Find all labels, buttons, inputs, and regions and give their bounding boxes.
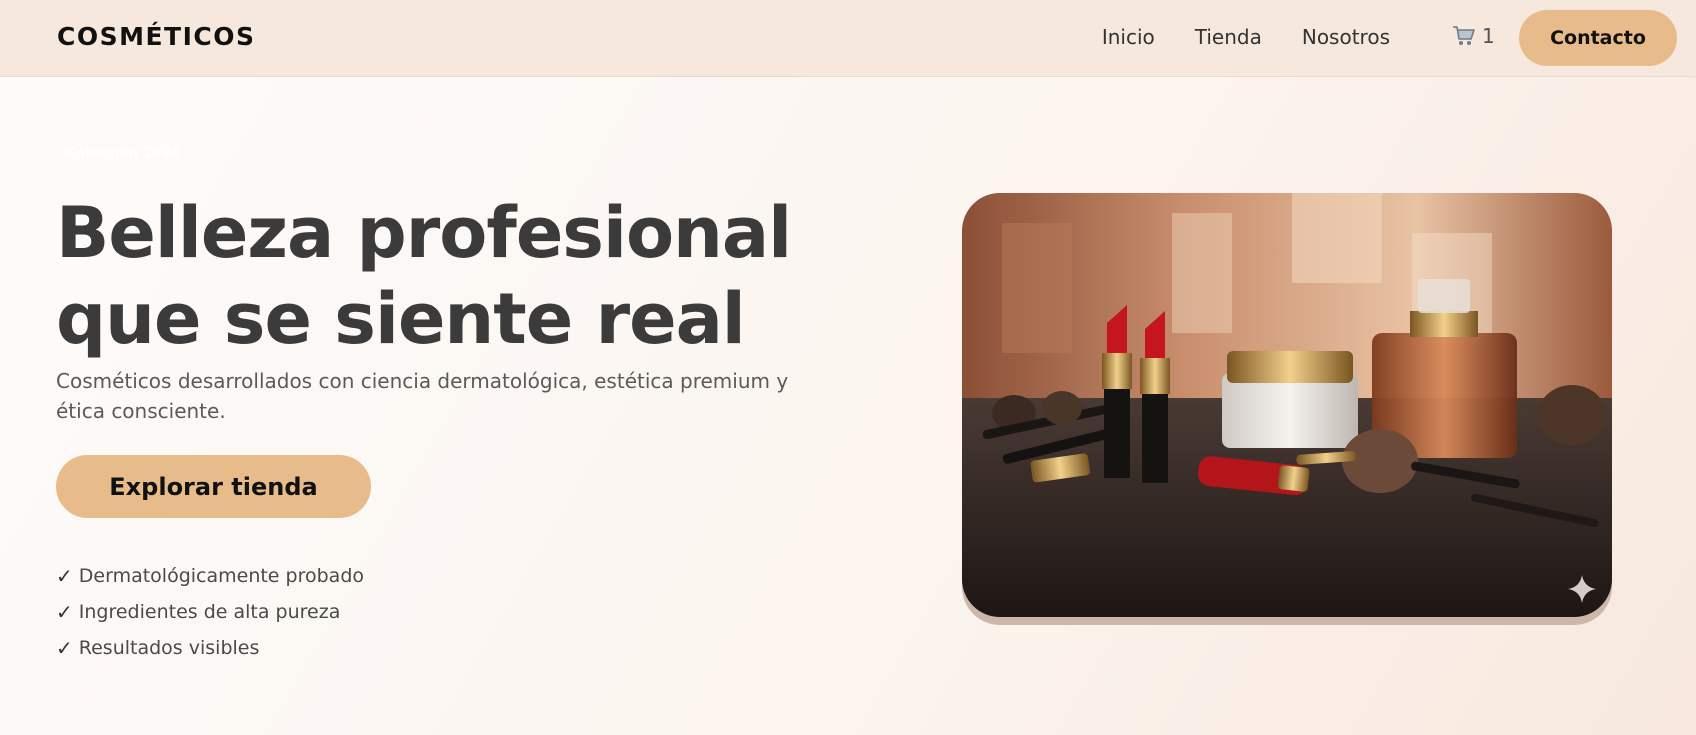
feature-item: ✓ Dermatológicamente probado [56, 558, 364, 594]
cart-count: 1 [1482, 24, 1495, 48]
feature-label: Resultados visibles [78, 637, 260, 659]
hero-eyebrow: Colección 2026 [66, 146, 181, 161]
check-icon: ✓ [56, 564, 73, 588]
hero-cosmetics-image [962, 193, 1612, 617]
brand-logo[interactable]: COSMÉTICOS [57, 22, 256, 51]
nav-link-tienda[interactable]: Tienda [1195, 25, 1262, 49]
feature-item: ✓ Resultados visibles [56, 630, 364, 666]
contact-button[interactable]: Contacto [1519, 10, 1677, 66]
hero-title-line-2: que se siente real [56, 278, 746, 360]
check-icon: ✓ [56, 600, 73, 624]
top-navbar: COSMÉTICOS Inicio Tienda Nosotros 1 Cont… [0, 0, 1696, 77]
page: COSMÉTICOS Inicio Tienda Nosotros 1 Cont… [0, 0, 1696, 735]
check-icon: ✓ [56, 636, 73, 660]
feature-label: Dermatológicamente probado [78, 565, 365, 587]
hero-title-line-1: Belleza profesional [56, 192, 792, 274]
nav-link-inicio[interactable]: Inicio [1102, 25, 1155, 49]
hero-description: Cosméticos desarrollados con ciencia der… [56, 369, 789, 423]
explore-store-button[interactable]: Explorar tienda [56, 455, 371, 518]
hero-image-card [962, 193, 1612, 625]
feature-item: ✓ Ingredientes de alta pureza [56, 594, 364, 630]
hero-title: Belleza profesional que se siente real [56, 190, 876, 362]
cart-icon [1452, 25, 1476, 47]
feature-list: ✓ Dermatológicamente probado ✓ Ingredien… [56, 558, 364, 666]
nav-links: Inicio Tienda Nosotros [1102, 25, 1390, 49]
feature-label: Ingredientes de alta pureza [78, 601, 341, 623]
nav-link-nosotros[interactable]: Nosotros [1302, 25, 1390, 49]
cart-button[interactable]: 1 [1452, 24, 1495, 48]
